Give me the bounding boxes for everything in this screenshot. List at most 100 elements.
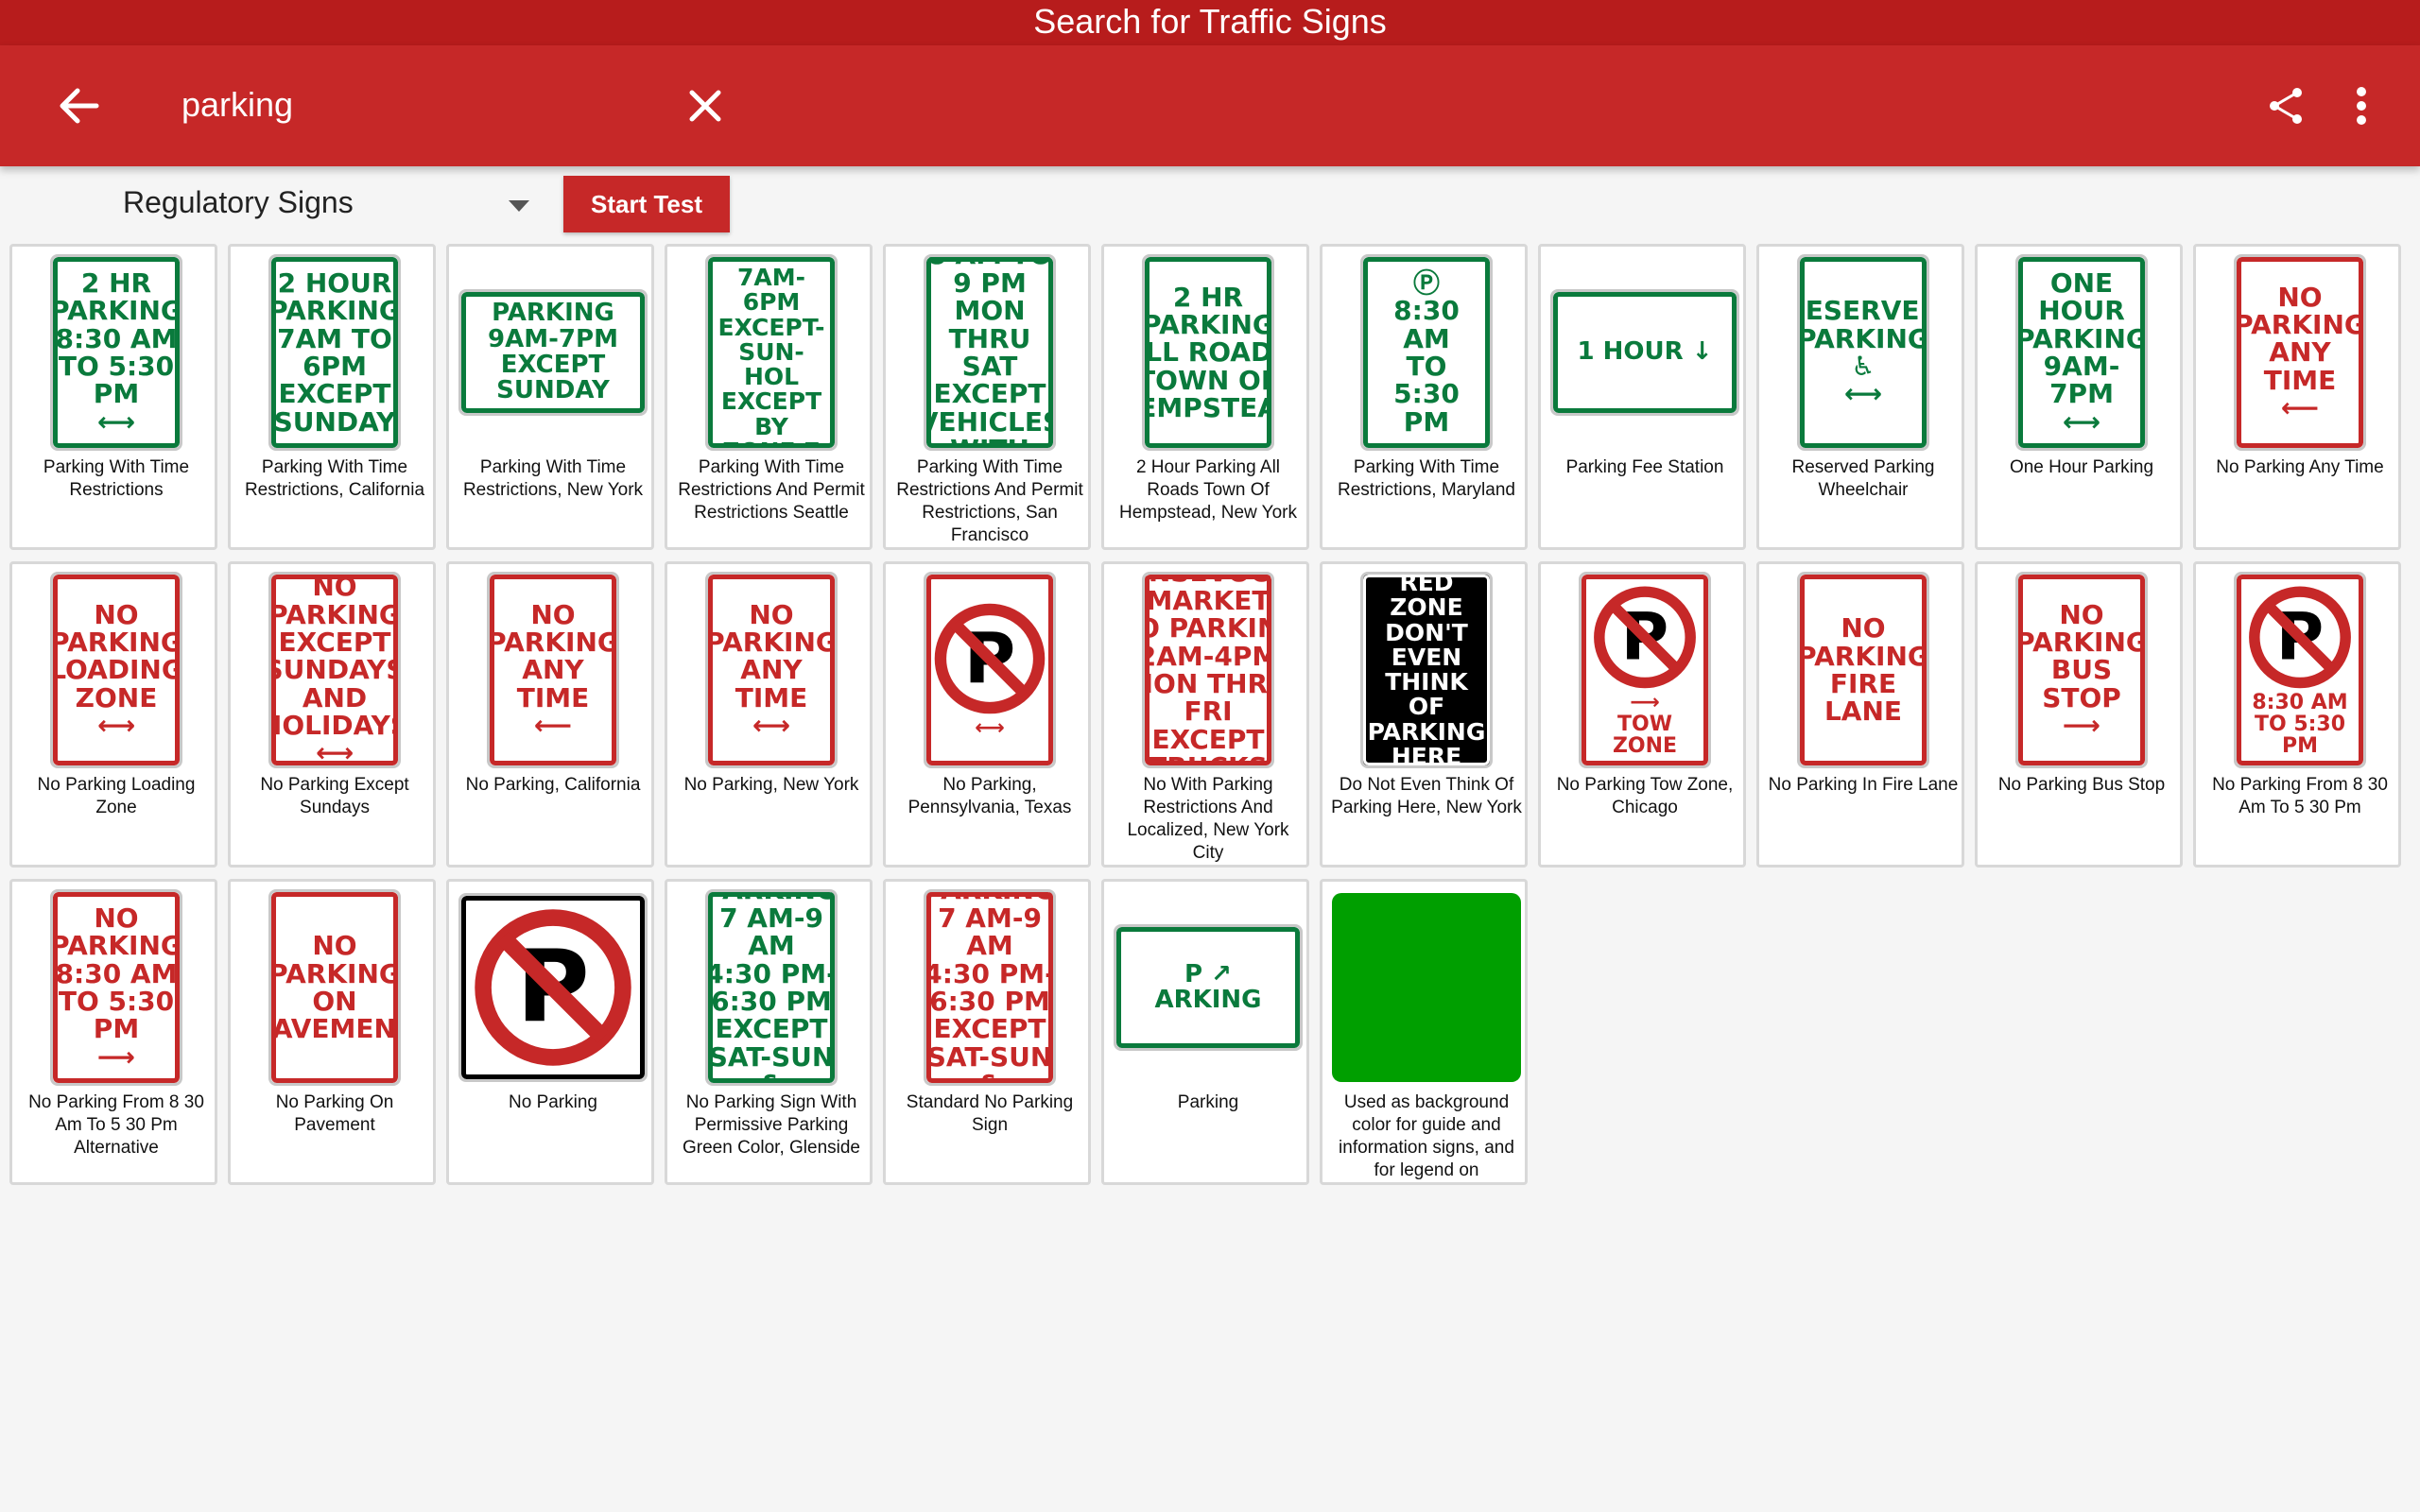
sign-legend: NO PARKING LOADING ZONE ⟷ [50, 598, 182, 742]
sign-legend: NO PARKING ANY TIME ⟵ [487, 598, 619, 742]
sign-card[interactable]: RED ZONE DON'T EVEN THINK OF PARKING HER… [1320, 561, 1528, 868]
sign-card[interactable]: Used as background color for guide and i… [1320, 879, 1528, 1185]
sign-caption: No Parking Any Time [2216, 457, 2384, 477]
clear-search-button[interactable] [683, 83, 728, 129]
share-button[interactable] [2263, 83, 2308, 129]
sign-caption: Parking With Time Restrictions, Californ… [244, 457, 425, 500]
sign-caption: No Parking Sign With Permissive Parking … [683, 1092, 860, 1158]
traffic-sign: NO PARKING ANY TIME ⟷ [705, 572, 838, 768]
sign-card[interactable]: Ⓟ 8:30 AM TO 5:30 PM Parking With Time Re… [1320, 244, 1528, 550]
sign-card[interactable]: P No Parking [446, 879, 654, 1185]
sign-legend: 8:30 AM TO 5:30 PM [2252, 690, 2348, 758]
sign-thumbnail: P [458, 887, 648, 1088]
status-bar: Search for Traffic Signs [0, 0, 2420, 45]
sign-legend: NO PARKING 8:30 AM TO 5:30 PM ⟶ [50, 902, 182, 1073]
sign-caption: 2 Hour Parking All Roads Town Of Hempste… [1119, 457, 1297, 523]
sign-legend: 2 HOUR PARKING 9AM-7PM EXCEPT SUNDAY ⟷ [488, 292, 618, 413]
sign-card[interactable]: NO PARKING FIRE LANE No Parking In Fire L… [1756, 561, 1964, 868]
sign-card[interactable]: 2 HOUR PARKING 7AM-6PM EXCEPT-SUN-HOL EX… [665, 244, 873, 550]
traffic-sign: RED ZONE DON'T EVEN THINK OF PARKING HER… [1360, 572, 1493, 768]
traffic-sign: NO PARKING ON PAVEMENT [268, 889, 401, 1086]
sign-thumbnail: 2 HOUR PARKING 8 AM TO 9 PM MON THRU SAT… [895, 252, 1084, 453]
sign-caption: Standard No Parking Sign [906, 1092, 1074, 1135]
sign-thumbnail: NO PARKING EXCEPT SUNDAYS AND HOLIDAYS ⟷ [240, 570, 429, 770]
sign-thumbnail: P⟷ [895, 570, 1084, 770]
sign-card[interactable]: 1 HOUR ↓ Parking Fee Station [1538, 244, 1746, 550]
sign-caption: Reserved Parking Wheelchair [1791, 457, 1935, 500]
sign-card[interactable]: NO PARKING 7 AM-9 AM 4:30 PM-6:30 PM EXC… [665, 879, 873, 1185]
sign-thumbnail: NO PARKING 7 AM-9 AM 4:30 PM-6:30 PM EXC… [677, 887, 866, 1088]
sign-card[interactable]: GANSEVOORT MARKET NO PARKING 2AM-4PM MON… [1101, 561, 1309, 868]
sign-thumbnail: GANSEVOORT MARKET NO PARKING 2AM-4PM MON… [1114, 570, 1303, 770]
sign-caption: Parking With Time Restrictions [43, 457, 190, 500]
search-input[interactable]: parking [182, 81, 293, 129]
sign-thumbnail: 2 HOUR PARKING 9AM-7PM EXCEPT SUNDAY ⟷ [458, 252, 648, 453]
sign-caption: No Parking From 8 30 Am To 5 30 Pm Alter… [28, 1092, 204, 1158]
traffic-sign: NO PARKING EXCEPT SUNDAYS AND HOLIDAYS ⟷ [268, 572, 401, 768]
sign-legend: 1 HOUR ↓ [1577, 337, 1713, 367]
sign-card[interactable]: 2 HOUR PARKING 7AM TO 6PM EXCEPT SUNDAY P… [228, 244, 436, 550]
sign-thumbnail: Ⓟ 8:30 AM TO 5:30 PM [1332, 252, 1521, 453]
sign-thumbnail: 2 HR PARKING 8:30 AM TO 5:30 PM ⟷ [22, 252, 211, 453]
sign-legend: ⟶ TOW ZONE [1612, 690, 1678, 758]
traffic-sign: GANSEVOORT MARKET NO PARKING 2AM-4PM MON… [1142, 572, 1274, 768]
category-selected: Regulatory Signs [123, 185, 354, 219]
sign-card[interactable]: P⟷ No Parking, Pennsylvania, Texas [883, 561, 1091, 868]
sign-card[interactable]: NO PARKING EXCEPT SUNDAYS AND HOLIDAYS ⟷… [228, 561, 436, 868]
sign-card[interactable]: P⟶ TOW ZONE No Parking Tow Zone, Chicago [1538, 561, 1746, 868]
sign-thumbnail: NO PARKING ANY TIME ⟵ [458, 570, 648, 770]
status-title: Search for Traffic Signs [1033, 2, 1387, 41]
sign-card[interactable]: NO PARKING 7 AM-9 AM 4:30 PM-6:30 PM EXC… [883, 879, 1091, 1185]
sign-caption: No Parking Except Sundays [260, 775, 409, 817]
sign-card[interactable]: NO PARKING ANY TIME ⟵ No Parking, Califor… [446, 561, 654, 868]
sign-thumbnail: P⟶ TOW ZONE [1550, 570, 1739, 770]
no-parking-sign: P⟶ TOW ZONE [1579, 572, 1711, 768]
sign-caption: No Parking [509, 1092, 597, 1112]
green-swatch [1332, 893, 1521, 1082]
category-dropdown[interactable]: Regulatory Signs [104, 176, 539, 229]
no-parking-icon: P [2249, 586, 2351, 689]
sign-card[interactable]: 2 HR PARKING 8:30 AM TO 5:30 PM ⟷ Parking… [9, 244, 217, 550]
sign-legend: NO PARKING EXCEPT SUNDAYS AND HOLIDAYS ⟷ [268, 572, 401, 768]
sign-legend: RESERVED PARKING ♿ ⟷ [1797, 295, 1929, 410]
sign-legend: NO PARKING 7 AM-9 AM 4:30 PM-6:30 PM EXC… [705, 889, 838, 1086]
sign-legend: NO PARKING 7 AM-9 AM 4:30 PM-6:30 PM EXC… [924, 889, 1056, 1086]
sign-card[interactable]: NO PARKING BUS STOP ⟶ No Parking Bus Stop [1975, 561, 2183, 868]
traffic-sign: 2 HOUR PARKING 7AM TO 6PM EXCEPT SUNDAY [268, 254, 401, 451]
sign-legend: 2 HOUR PARKING 7AM-6PM EXCEPT-SUN-HOL EX… [713, 257, 831, 448]
traffic-sign: NO PARKING 7 AM-9 AM 4:30 PM-6:30 PM EXC… [924, 889, 1056, 1086]
sign-card[interactable]: ONE HOUR PARKING 9AM-7PM ⟷ One Hour Parki… [1975, 244, 2183, 550]
sign-caption: No Parking In Fire Lane [1768, 775, 1959, 795]
sign-card[interactable]: RESERVED PARKING ♿ ⟷ Reserved Parking Whe… [1756, 244, 1964, 550]
traffic-sign: 2 HR PARKING 8:30 AM TO 5:30 PM ⟷ [50, 254, 182, 451]
sign-card[interactable]: 2 HR PARKING ALL ROADS TOWN OF HEMPSTEAD… [1101, 244, 1309, 550]
traffic-sign: RESERVED PARKING ♿ ⟷ [1797, 254, 1929, 451]
sign-caption: No Parking On Pavement [275, 1092, 394, 1135]
sign-card[interactable]: 2 HOUR PARKING 9AM-7PM EXCEPT SUNDAY ⟷ Pa… [446, 244, 654, 550]
sign-card[interactable]: NO PARKING ON PAVEMENT No Parking On Pave… [228, 879, 436, 1185]
sign-legend: NO PARKING BUS STOP ⟶ [2015, 598, 2148, 742]
sign-caption: Parking With Time Restrictions And Permi… [678, 457, 865, 523]
sign-legend: RED ZONE DON'T EVEN THINK OF PARKING HER… [1367, 572, 1486, 768]
start-test-button[interactable]: Start Test [563, 176, 730, 232]
overflow-menu-button[interactable] [2344, 83, 2378, 129]
no-parking-icon: P [1594, 586, 1696, 689]
sign-card[interactable]: P8:30 AM TO 5:30 PM No Parking From 8 30 … [2193, 561, 2401, 868]
traffic-sign: NO PARKING ANY TIME ⟵ [487, 572, 619, 768]
sign-caption: Parking [1177, 1092, 1239, 1112]
sign-caption: No Parking, California [465, 775, 641, 795]
no-parking-sign: P⟷ [924, 572, 1056, 768]
sign-card[interactable]: 2 HOUR PARKING 8 AM TO 9 PM MON THRU SAT… [883, 244, 1091, 550]
sign-card[interactable]: NO PARKING LOADING ZONE ⟷ No Parking Load… [9, 561, 217, 868]
app-bar: parking [0, 45, 2420, 166]
back-button[interactable] [53, 83, 113, 129]
sign-card[interactable]: NO PARKING 8:30 AM TO 5:30 PM ⟶ No Parkin… [9, 879, 217, 1185]
sign-caption: No Parking Bus Stop [1997, 775, 2166, 795]
traffic-sign: NO PARKING 8:30 AM TO 5:30 PM ⟶ [50, 889, 182, 1086]
sign-caption: No Parking From 8 30 Am To 5 30 Pm [2212, 775, 2388, 817]
sign-card[interactable]: P ↗ ARKING Parking [1101, 879, 1309, 1185]
close-icon [689, 90, 721, 122]
sign-card[interactable]: NO PARKING ANY TIME ⟷ No Parking, New Yor… [665, 561, 873, 868]
sign-card[interactable]: NO PARKING ANY TIME ⟵ No Parking Any Time [2193, 244, 2401, 550]
sign-legend: ⟷ [975, 716, 1005, 741]
